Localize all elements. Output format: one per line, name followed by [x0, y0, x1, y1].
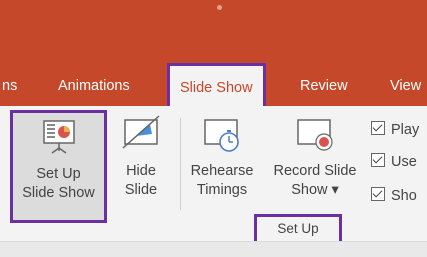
rehearse-timings-label-1: Rehearse — [190, 163, 254, 179]
tab-animations[interactable]: Animations — [58, 66, 130, 106]
set-up-slide-show-button[interactable]: Set Up Slide Show — [10, 110, 107, 223]
set-up-slide-show-label-1: Set Up — [36, 166, 81, 182]
record-slide-show-label-1: Record Slide — [273, 163, 357, 179]
rehearse-timings-icon — [204, 119, 239, 152]
tab-transitions[interactable]: ns — [2, 66, 17, 106]
ribbon-bottom-edge — [0, 241, 427, 257]
set-up-show-icon — [42, 120, 75, 154]
record-slide-show-label-2: Show ▾ — [291, 182, 339, 198]
play-narrations-label: Play — [391, 122, 420, 138]
ribbon-separator — [180, 118, 181, 210]
show-media-controls-label: Sho — [391, 188, 417, 204]
tab-review[interactable]: Review — [300, 66, 348, 106]
record-slide-show-icon — [297, 119, 333, 151]
hide-slide-button[interactable]: Hide Slide — [112, 110, 170, 200]
checkbox-checked-icon — [371, 121, 385, 135]
rehearse-timings-button[interactable]: Rehearse Timings — [182, 110, 262, 200]
hide-slide-label-1: Hide — [126, 163, 156, 179]
checkbox-checked-icon — [371, 153, 385, 167]
set-up-group-label: Set Up — [254, 214, 342, 244]
rehearse-timings-label-2: Timings — [196, 182, 248, 198]
show-media-controls-checkbox[interactable]: Sho — [371, 187, 417, 204]
set-up-slide-show-label-2: Slide Show — [22, 185, 95, 201]
title-bar-marker — [217, 5, 222, 10]
tab-view[interactable]: View — [390, 66, 421, 106]
hide-slide-icon — [122, 115, 160, 149]
record-slide-show-button[interactable]: Record Slide Show ▾ — [263, 110, 367, 200]
use-timings-label: Use — [391, 154, 417, 170]
checkbox-checked-icon — [371, 187, 385, 201]
use-timings-checkbox[interactable]: Use — [371, 153, 417, 170]
hide-slide-label-2: Slide — [124, 182, 158, 198]
play-narrations-checkbox[interactable]: Play — [371, 121, 419, 138]
tab-slide-show[interactable]: Slide Show — [167, 63, 266, 107]
